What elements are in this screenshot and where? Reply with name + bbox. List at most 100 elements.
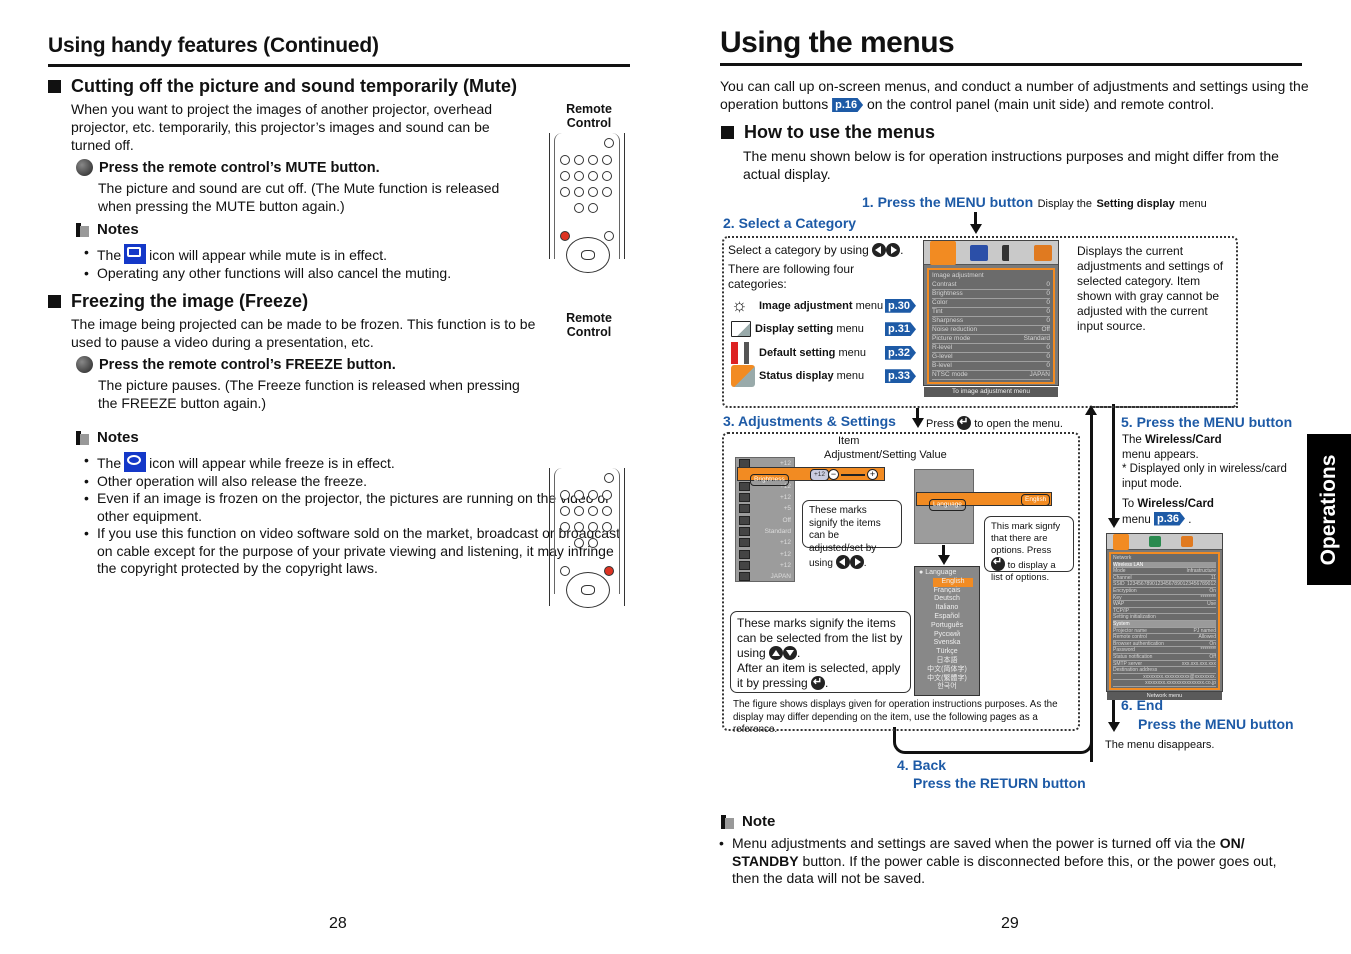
card-tab-icon[interactable] — [1149, 536, 1161, 547]
osd-row-label: Mode — [1113, 568, 1126, 575]
minus-icon[interactable]: − — [828, 469, 839, 480]
freeze-heading: Freezing the image (Freeze) — [48, 291, 308, 312]
osd-row: Key ******** — [1113, 595, 1216, 602]
step5-text: To — [1122, 498, 1135, 510]
osd-row: B-level 0 — [932, 362, 1050, 371]
osd-row-label: G-level — [932, 353, 953, 360]
down-arrow-icon — [1107, 722, 1120, 732]
page-title-right: Using the menus — [720, 26, 955, 59]
osd-category-tabs — [924, 240, 1058, 265]
osd-row-value: 0 — [1046, 344, 1050, 351]
figure-note: The figure shows displays given for oper… — [733, 699, 1058, 735]
page-ref-p30[interactable]: p.30 — [884, 298, 916, 313]
language-option[interactable]: Türkçe — [915, 648, 979, 657]
osd-row-value: On — [1209, 640, 1216, 647]
step1-desc: menu — [1179, 198, 1207, 210]
down-arrow-icon — [1107, 518, 1120, 528]
page-ref-p31[interactable]: p.31 — [884, 322, 916, 337]
mute-intro: When you want to project the images of a… — [71, 101, 493, 153]
osd-section: Wireless LAN — [1113, 561, 1216, 569]
brightness-item: Brightness — [750, 474, 789, 486]
display-setting-tab-icon[interactable] — [970, 244, 988, 261]
step6-title: 6. End — [1121, 697, 1164, 713]
callout-left-right: These marks signify the items can be adj… — [802, 500, 902, 569]
language-option[interactable]: 한국어 — [915, 683, 979, 692]
down-arrow-icon — [969, 224, 982, 234]
status-display-tab-icon[interactable] — [1034, 244, 1052, 261]
osd-row: SMTP server xxx.xxx.xxx.xxx — [1113, 661, 1216, 668]
adjustment-item-icon — [739, 560, 750, 570]
osd-row-label: Destination address — [1113, 667, 1158, 674]
osd-row-value: 0 — [1046, 281, 1050, 288]
language-list-title-text: Language — [925, 569, 957, 576]
enter-button-icon — [991, 556, 1005, 571]
osd-row: xxxxxxxx.xxxxxxxxxx@xxxxxxxx. — [1113, 674, 1216, 681]
osd-network-menu: Network Wireless LAN Mode Infrastructure Cha… — [1106, 533, 1223, 700]
osd-row: Setting initialization — [1113, 614, 1216, 621]
page-ref-p32[interactable]: p.32 — [884, 345, 916, 360]
language-option[interactable]: Italiano — [915, 604, 979, 613]
language-option[interactable]: Español — [915, 613, 979, 622]
page-ref-p36[interactable]: p.36 — [1153, 511, 1185, 526]
left-button-icon — [835, 555, 850, 569]
osd-image-adjustment-panel: Image adjustment Contrast 0 Brightness 0 Col… — [927, 268, 1055, 384]
display-setting-icon — [731, 321, 751, 338]
right-button-icon — [849, 555, 864, 569]
language-option[interactable]: Svenska — [915, 639, 979, 648]
page-ref-p16[interactable]: p.16 — [832, 98, 864, 112]
adjustment-item-icon — [739, 515, 750, 525]
language-option[interactable]: Deutsch — [915, 595, 979, 604]
brightness-bar[interactable]: Brightness +12 − + — [737, 467, 885, 486]
category-item: ☼ Image adjustment menu p.30 — [731, 294, 916, 318]
language-option[interactable]: 中文(简体字) — [915, 666, 979, 675]
osd-row-label: Noise reduction — [932, 326, 978, 333]
page-number-right: 29 — [1001, 915, 1019, 932]
note-icon — [721, 814, 734, 829]
language-option[interactable]: Português — [915, 622, 979, 631]
callout-up-down: These marks signify the items can be sel… — [730, 611, 911, 693]
adj-value: +12 — [779, 494, 791, 502]
osd-row-label: Contrast — [932, 281, 957, 288]
down-arrow-icon — [911, 418, 924, 428]
osd-row: R-level 0 — [932, 344, 1050, 353]
step5-to: To Wireless/Card menu p.36 . — [1122, 498, 1214, 526]
slider-track[interactable] — [841, 474, 865, 476]
step5-text: The — [1122, 434, 1142, 446]
remote-control-label: Remote Control — [566, 311, 612, 339]
network-tab-icon[interactable] — [1113, 533, 1129, 550]
step5-desc: The Wireless/Card menu appears. * Displa… — [1122, 433, 1307, 491]
language-option[interactable]: 日本語 — [915, 657, 979, 666]
step5-text: menu — [1122, 513, 1151, 526]
osd-row-value: 0 — [1046, 362, 1050, 369]
page-ref-p33[interactable]: p.33 — [884, 369, 916, 384]
section-tab-operations[interactable]: Operations — [1307, 434, 1351, 585]
default-setting-tab-icon[interactable] — [1002, 244, 1020, 261]
language-option[interactable]: Русский — [915, 631, 979, 640]
osd-row-label: TCP/IP — [1113, 607, 1130, 614]
language-option[interactable]: English — [933, 577, 973, 587]
osd-row: NTSC mode JAPAN — [932, 371, 1050, 380]
step5-bold: Wireless/Card — [1145, 434, 1222, 446]
osd-row: Tint 0 — [932, 308, 1050, 317]
language-item: Language — [929, 499, 966, 511]
up-button-icon — [769, 646, 784, 660]
osd-row-value: Off — [1209, 653, 1216, 660]
intro-paragraph: You can call up on-screen menus, and con… — [720, 77, 1310, 113]
wireless-status-tab-icon[interactable] — [1181, 536, 1193, 547]
language-option[interactable]: Français — [915, 587, 979, 596]
square-bullet-icon — [721, 126, 734, 139]
step-ball-icon — [76, 356, 93, 373]
plus-icon[interactable]: + — [867, 469, 878, 480]
page-title-left: Using handy features (Continued) — [48, 34, 379, 57]
down-button-icon — [783, 646, 798, 660]
osd-row: Picture mode Standard — [932, 335, 1050, 344]
osd-row-label: SSID — [1113, 581, 1125, 588]
image-adjustment-tab-icon[interactable] — [930, 240, 956, 265]
step5-title: 5. Press the MENU button — [1121, 414, 1293, 430]
adj-row: +5 — [736, 503, 794, 514]
osd-row: Noise reduction Off — [932, 326, 1050, 335]
osd-network-panel: Network Wireless LAN Mode Infrastructure Cha… — [1109, 552, 1220, 690]
step6-desc: The menu disappears. — [1105, 739, 1215, 751]
language-bar[interactable]: Language English — [916, 492, 1052, 511]
osd-image-adjustment-menu: Image adjustment Contrast 0 Brightness 0 Col… — [923, 240, 1059, 397]
